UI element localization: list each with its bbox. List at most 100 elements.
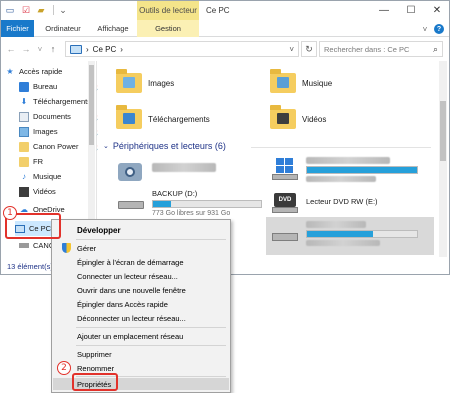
drive-dvd[interactable]: DVD Lecteur DVD RW (E:)	[270, 191, 378, 215]
drive-icon	[116, 189, 146, 213]
drive-backup[interactable]: BACKUP (D:) 773 Go libres sur 931 Go	[116, 189, 262, 217]
redacted-label	[306, 157, 390, 164]
nav-item-quick-access[interactable]: ★ Accès rapide	[5, 64, 97, 79]
device-camera[interactable]	[116, 159, 216, 183]
menu-separator	[76, 345, 226, 346]
drive-icon	[19, 243, 29, 248]
redacted-label	[306, 221, 366, 228]
menu-item-map-network-drive[interactable]: Connecter un lecteur réseau...	[53, 270, 229, 282]
device-info	[306, 157, 418, 182]
properties-quick-icon[interactable]: ☑	[20, 4, 32, 16]
drive-info: BACKUP (D:) 773 Go libres sur 931 Go	[152, 189, 262, 217]
search-box[interactable]: Rechercher dans : Ce PC ⌕	[319, 41, 443, 57]
breadcrumb-separator: ›	[86, 44, 89, 54]
drive-tools-header: Outils de lecteur	[137, 1, 199, 20]
item-count: 13 élément(s)	[7, 261, 53, 271]
drive-free-space: 773 Go libres sur 931 Go	[152, 210, 231, 217]
menu-item-expand[interactable]: Développer	[53, 224, 229, 236]
up-button[interactable]: ↑	[47, 42, 59, 56]
address-dropdown-icon[interactable]: ˅	[289, 45, 294, 54]
pictures-icon	[123, 77, 135, 88]
capacity-fill	[307, 167, 417, 173]
search-icon: ⌕	[432, 43, 438, 54]
new-folder-quick-icon[interactable]: ▰	[35, 4, 47, 16]
devices-section-header[interactable]: ⌄ Périphériques et lecteurs (6)	[103, 141, 431, 151]
breadcrumb-end-separator[interactable]: ›	[120, 45, 123, 54]
menu-separator	[76, 327, 226, 328]
drive-label: Lecteur DVD RW (E:)	[306, 197, 378, 206]
device-redacted[interactable]	[266, 217, 434, 255]
folder-downloads[interactable]: Téléchargements	[116, 105, 210, 129]
drive-info: Lecteur DVD RW (E:)	[306, 191, 378, 215]
drive-label: BACKUP (D:)	[152, 189, 198, 198]
tab-computer[interactable]: Ordinateur	[37, 20, 89, 37]
content-scrollbar[interactable]	[439, 61, 447, 257]
close-button[interactable]: ✕	[424, 1, 449, 20]
forward-button[interactable]: →	[20, 42, 32, 56]
chevron-down-icon: ⌄	[103, 143, 109, 150]
recent-locations-button[interactable]: ˅	[34, 42, 46, 56]
folder-icon	[116, 69, 142, 93]
quick-access-separator	[53, 5, 54, 15]
videos-icon	[19, 186, 29, 197]
capacity-bar	[306, 166, 418, 174]
back-button[interactable]: ←	[5, 42, 17, 56]
menu-item-delete[interactable]: Supprimer	[53, 348, 229, 360]
redacted-label	[152, 163, 216, 172]
capacity-bar	[152, 200, 262, 208]
download-icon	[123, 113, 135, 124]
minimize-button[interactable]: —	[371, 1, 397, 20]
window-app-icon[interactable]: ▭	[4, 4, 16, 16]
menu-item-disconnect-network-drive[interactable]: Déconnecter un lecteur réseau...	[53, 312, 229, 324]
download-icon: ⬇	[20, 97, 28, 106]
folder-music[interactable]: Musique	[270, 69, 332, 93]
address-bar[interactable]: › Ce PC › ˅	[65, 41, 299, 57]
windows-drive-icon	[270, 157, 300, 181]
device-info	[306, 221, 418, 251]
tab-file[interactable]: Fichier	[1, 20, 34, 37]
device-system-drive[interactable]	[270, 157, 418, 182]
step-2-badge: 2	[57, 361, 71, 375]
content-scrollbar-thumb[interactable]	[440, 101, 446, 161]
folder-videos[interactable]: Vidéos	[270, 105, 326, 129]
folder-icon	[116, 105, 142, 129]
collapse-ribbon-icon[interactable]: ˅	[419, 23, 431, 35]
breadcrumb-this-pc[interactable]: Ce PC	[93, 45, 117, 54]
customize-quick-access-icon[interactable]: ⌄	[57, 4, 69, 16]
capacity-bar	[306, 230, 418, 238]
capacity-fill	[307, 231, 373, 237]
tab-manage[interactable]: Gestion	[137, 20, 199, 37]
menu-item-manage[interactable]: Gérer	[53, 242, 229, 254]
device-info	[152, 159, 216, 183]
menu-item-pin-start[interactable]: Épingler à l'écran de démarrage	[53, 256, 229, 268]
star-icon: ★	[6, 67, 14, 76]
title-bar: ▭ ☑ ▰ ⌄ Outils de lecteur Ce PC — ☐ ✕	[1, 1, 449, 20]
tab-view[interactable]: Affichage	[91, 20, 135, 37]
ribbon-tabs: Fichier Ordinateur Affichage Gestion ˅ ?	[1, 20, 449, 37]
menu-item-add-network-location[interactable]: Ajouter un emplacement réseau	[53, 330, 229, 342]
maximize-button[interactable]: ☐	[398, 1, 424, 20]
help-icon[interactable]: ?	[434, 24, 444, 34]
menu-separator	[76, 239, 226, 240]
menu-item-open-new-window[interactable]: Ouvrir dans une nouvelle fenêtre	[53, 284, 229, 296]
desktop-icon	[19, 81, 29, 92]
dvd-drive-icon: DVD	[270, 191, 300, 215]
refresh-button[interactable]: ↻	[301, 41, 317, 57]
search-placeholder: Rechercher dans : Ce PC	[324, 44, 410, 54]
music-icon	[277, 77, 289, 88]
navpane-scrollbar-thumb[interactable]	[89, 65, 94, 145]
pictures-icon	[19, 126, 29, 137]
folder-icon	[270, 105, 296, 129]
documents-icon	[19, 111, 29, 122]
step-1-badge: 1	[3, 206, 17, 220]
folder-icon	[19, 156, 29, 167]
window-title: Ce PC	[206, 6, 230, 15]
menu-item-pin-quick-access[interactable]: Épingler dans Accès rapide	[53, 298, 229, 310]
redacted-label	[306, 176, 376, 182]
shield-icon	[62, 243, 71, 253]
section-divider	[251, 147, 431, 148]
music-icon: ♪	[22, 172, 26, 181]
context-menu: Développer Gérer Épingler à l'écran de d…	[51, 219, 231, 393]
drive-icon	[270, 221, 300, 245]
folder-pictures[interactable]: Images	[116, 69, 174, 93]
